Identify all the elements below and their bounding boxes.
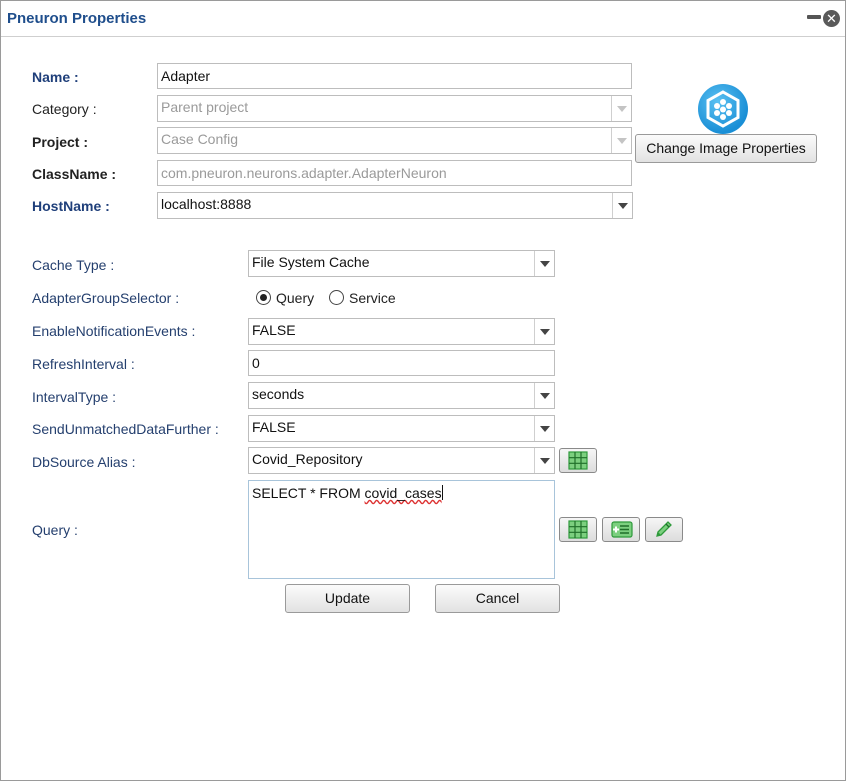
adapter-group-selector-label: AdapterGroupSelector : <box>32 290 180 306</box>
dialog-title: Pneuron Properties <box>7 10 147 27</box>
project-select: Case Config <box>157 127 632 154</box>
interval-type-label: IntervalType : <box>32 389 117 405</box>
classname-label: ClassName : <box>32 166 117 182</box>
chevron-down-icon[interactable] <box>612 193 632 218</box>
category-select: Parent project <box>157 95 632 122</box>
cache-type-select[interactable]: File System Cache <box>248 250 555 277</box>
chevron-down-icon[interactable] <box>534 383 554 408</box>
hostname-value: localhost:8888 <box>161 196 252 212</box>
enable-notification-events-select[interactable]: FALSE <box>248 318 555 345</box>
minimize-icon[interactable] <box>807 15 821 19</box>
project-label: Project : <box>32 134 89 150</box>
chevron-down-icon[interactable] <box>534 448 554 473</box>
text-caret <box>441 485 443 500</box>
chevron-down-icon <box>611 96 631 121</box>
radio-query-label[interactable]: Query <box>276 290 314 306</box>
cache-type-value: File System Cache <box>252 254 370 270</box>
classname-input: com.pneuron.neurons.adapter.AdapterNeuro… <box>157 160 632 186</box>
query-add-button[interactable] <box>602 517 640 542</box>
interval-type-value: seconds <box>252 386 305 402</box>
radio-query[interactable] <box>256 290 271 305</box>
dbsource-grid-button[interactable] <box>559 448 597 473</box>
hostname-select[interactable]: localhost:8888 <box>157 192 633 219</box>
radio-service-label[interactable]: Service <box>349 290 396 306</box>
query-grid-button[interactable] <box>559 517 597 542</box>
table-grid-icon <box>568 451 588 470</box>
radio-service[interactable] <box>329 290 344 305</box>
chevron-down-icon[interactable] <box>534 251 554 276</box>
query-edit-button[interactable] <box>645 517 683 542</box>
send-unmatched-data-further-label: SendUnmatchedDataFurther : <box>32 421 219 437</box>
refresh-interval-label: RefreshInterval : <box>32 356 135 372</box>
send-unmatched-data-further-value: FALSE <box>252 419 296 435</box>
cancel-button[interactable]: Cancel <box>435 584 560 613</box>
neuron-logo-icon <box>698 84 748 134</box>
hexagon-neuron-icon <box>706 90 740 128</box>
chevron-down-icon <box>611 128 631 153</box>
pneuron-properties-dialog: Pneuron Properties ✕ Name : Adapter Cate… <box>0 0 846 781</box>
change-image-properties-button[interactable]: Change Image Properties <box>635 134 817 163</box>
enable-notification-events-label: EnableNotificationEvents : <box>32 323 196 339</box>
add-list-icon <box>611 521 633 538</box>
name-input[interactable]: Adapter <box>157 63 632 89</box>
category-value: Parent project <box>161 99 249 115</box>
name-label: Name : <box>32 69 79 85</box>
close-icon[interactable]: ✕ <box>823 10 840 27</box>
query-text-table: covid_cases <box>364 485 442 501</box>
dbsource-alias-label: DbSource Alias : <box>32 454 136 470</box>
chevron-down-icon[interactable] <box>534 416 554 441</box>
dbsource-alias-value: Covid_Repository <box>252 451 363 467</box>
query-label: Query : <box>32 522 78 538</box>
refresh-interval-input[interactable]: 0 <box>248 350 555 376</box>
send-unmatched-data-further-select[interactable]: FALSE <box>248 415 555 442</box>
query-text-prefix: SELECT * FROM <box>252 485 365 501</box>
enable-notification-events-value: FALSE <box>252 322 296 338</box>
title-bar: Pneuron Properties ✕ <box>1 1 845 37</box>
interval-type-select[interactable]: seconds <box>248 382 555 409</box>
hostname-label: HostName : <box>32 198 110 214</box>
query-textarea[interactable]: SELECT * FROM covid_cases <box>248 480 555 579</box>
pencil-edit-icon <box>656 521 672 537</box>
project-value: Case Config <box>161 131 239 147</box>
cache-type-label: Cache Type : <box>32 257 115 273</box>
update-button[interactable]: Update <box>285 584 410 613</box>
category-label: Category : <box>32 101 97 117</box>
table-grid-icon <box>568 520 588 539</box>
chevron-down-icon[interactable] <box>534 319 554 344</box>
dbsource-alias-select[interactable]: Covid_Repository <box>248 447 555 474</box>
